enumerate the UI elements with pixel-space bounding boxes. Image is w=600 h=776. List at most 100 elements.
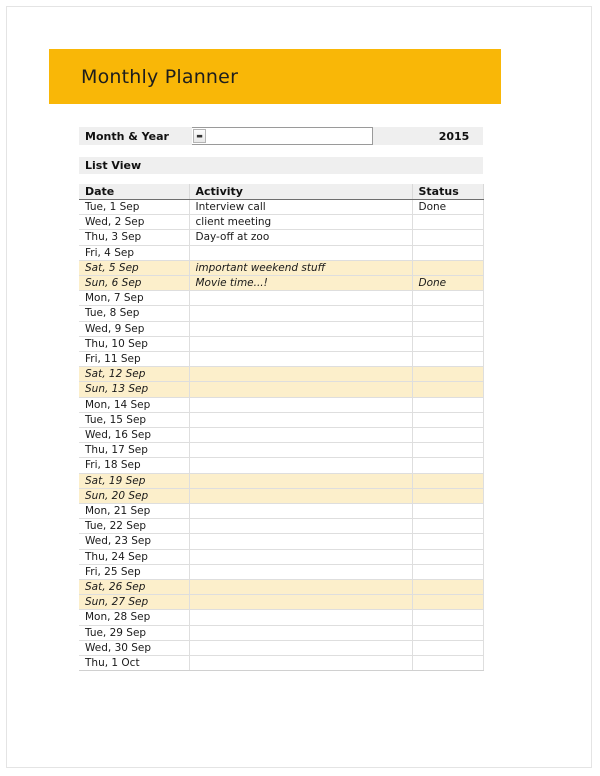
table-row[interactable]: Wed, 30 Sep	[79, 640, 484, 657]
table-row[interactable]: Sun, 13 Sep	[79, 381, 484, 398]
cell-status[interactable]	[412, 457, 484, 474]
cell-activity[interactable]	[189, 245, 413, 261]
cell-activity[interactable]	[189, 336, 413, 353]
cell-status[interactable]	[412, 488, 484, 505]
table-row[interactable]: Tue, 29 Sep	[79, 625, 484, 641]
table-row[interactable]: Fri, 25 Sep	[79, 564, 484, 581]
cell-activity[interactable]	[189, 549, 413, 565]
cell-activity[interactable]	[189, 609, 413, 626]
table-row[interactable]: Thu, 3 Sep Day-off at zoo	[79, 229, 484, 246]
cell-date: Tue, 15 Sep	[79, 412, 190, 429]
table-row[interactable]: Fri, 4 Sep	[79, 245, 484, 261]
cell-status[interactable]	[412, 245, 484, 261]
cell-status[interactable]	[412, 381, 484, 398]
cell-activity[interactable]	[189, 366, 413, 383]
cell-status[interactable]	[412, 625, 484, 641]
cell-status[interactable]	[412, 473, 484, 489]
table-row[interactable]: Thu, 17 Sep	[79, 442, 484, 459]
table-row[interactable]: Tue, 15 Sep	[79, 412, 484, 429]
table-row[interactable]: Sat, 5 Sep important weekend stuff	[79, 260, 484, 277]
month-input[interactable]	[206, 128, 372, 144]
table-row[interactable]: Mon, 21 Sep	[79, 503, 484, 520]
cell-activity[interactable]	[189, 579, 413, 596]
table-row[interactable]: Sat, 12 Sep	[79, 366, 484, 383]
cell-status[interactable]	[412, 260, 484, 277]
table-row[interactable]: Mon, 14 Sep	[79, 397, 484, 413]
cell-activity[interactable]	[189, 655, 413, 672]
cell-activity[interactable]	[189, 503, 413, 520]
table-row[interactable]: Tue, 8 Sep	[79, 305, 484, 322]
cell-activity[interactable]	[189, 488, 413, 505]
cell-status[interactable]	[412, 366, 484, 383]
cell-activity[interactable]: Movie time...!	[189, 275, 413, 292]
cell-activity[interactable]	[189, 442, 413, 459]
cell-activity[interactable]	[189, 321, 413, 337]
cell-activity[interactable]	[189, 533, 413, 550]
cell-activity[interactable]: important weekend stuff	[189, 260, 413, 277]
table-row[interactable]: Sat, 26 Sep	[79, 579, 484, 596]
cell-status[interactable]: Done	[412, 275, 484, 292]
cell-status[interactable]	[412, 336, 484, 353]
table-row[interactable]: Wed, 2 Sep client meeting	[79, 214, 484, 231]
cell-status[interactable]	[412, 427, 484, 444]
table-row[interactable]: Sun, 27 Sep	[79, 594, 484, 611]
cell-activity[interactable]	[189, 564, 413, 581]
table-row[interactable]: Wed, 16 Sep	[79, 427, 484, 444]
cell-activity[interactable]	[189, 381, 413, 398]
table-row[interactable]: Thu, 10 Sep	[79, 336, 484, 353]
cell-activity[interactable]	[189, 397, 413, 413]
cell-activity[interactable]	[189, 640, 413, 657]
cell-date: Wed, 16 Sep	[79, 427, 190, 444]
cell-status[interactable]	[412, 397, 484, 413]
cell-date: Tue, 8 Sep	[79, 305, 190, 322]
table-row[interactable]: Fri, 18 Sep	[79, 457, 484, 474]
table-row[interactable]: Mon, 7 Sep	[79, 290, 484, 307]
cell-status[interactable]	[412, 579, 484, 596]
table-row[interactable]: Thu, 24 Sep	[79, 549, 484, 565]
year-value[interactable]: 2015	[425, 127, 483, 145]
cell-activity[interactable]	[189, 427, 413, 444]
chevron-down-icon[interactable]: ▬	[193, 129, 206, 143]
cell-status[interactable]	[412, 640, 484, 657]
cell-status[interactable]	[412, 305, 484, 322]
cell-activity[interactable]	[189, 473, 413, 489]
cell-activity[interactable]	[189, 351, 413, 368]
cell-status[interactable]	[412, 290, 484, 307]
cell-status[interactable]	[412, 503, 484, 520]
table-row[interactable]: Wed, 23 Sep	[79, 533, 484, 550]
table-row[interactable]: Sun, 6 Sep Movie time...! Done	[79, 275, 484, 292]
cell-activity[interactable]: Day-off at zoo	[189, 229, 413, 246]
table-row[interactable]: Thu, 1 Oct	[79, 655, 484, 672]
cell-status[interactable]	[412, 351, 484, 368]
cell-activity[interactable]	[189, 305, 413, 322]
table-row[interactable]: Mon, 28 Sep	[79, 609, 484, 626]
cell-status[interactable]	[412, 609, 484, 626]
cell-activity[interactable]	[189, 457, 413, 474]
cell-status[interactable]	[412, 229, 484, 246]
table-row[interactable]: Wed, 9 Sep	[79, 321, 484, 337]
cell-status[interactable]	[412, 518, 484, 535]
cell-status[interactable]	[412, 549, 484, 565]
cell-activity[interactable]	[189, 290, 413, 307]
cell-status[interactable]	[412, 564, 484, 581]
cell-status[interactable]	[412, 594, 484, 611]
cell-status[interactable]	[412, 214, 484, 231]
table-row[interactable]: Tue, 22 Sep	[79, 518, 484, 535]
table-row[interactable]: Tue, 1 Sep Interview call Done	[79, 199, 484, 216]
table-row[interactable]: Sat, 19 Sep	[79, 473, 484, 489]
cell-status[interactable]: Done	[412, 199, 484, 216]
cell-activity[interactable]	[189, 594, 413, 611]
cell-activity[interactable]	[189, 518, 413, 535]
cell-status[interactable]	[412, 412, 484, 429]
cell-activity[interactable]	[189, 625, 413, 641]
cell-status[interactable]	[412, 655, 484, 672]
cell-activity[interactable]: client meeting	[189, 214, 413, 231]
table-row[interactable]: Sun, 20 Sep	[79, 488, 484, 505]
cell-status[interactable]	[412, 442, 484, 459]
cell-activity[interactable]: Interview call	[189, 199, 413, 216]
cell-status[interactable]	[412, 533, 484, 550]
cell-status[interactable]	[412, 321, 484, 337]
cell-activity[interactable]	[189, 412, 413, 429]
month-select-wrapper[interactable]: ▬	[192, 127, 373, 145]
table-row[interactable]: Fri, 11 Sep	[79, 351, 484, 368]
